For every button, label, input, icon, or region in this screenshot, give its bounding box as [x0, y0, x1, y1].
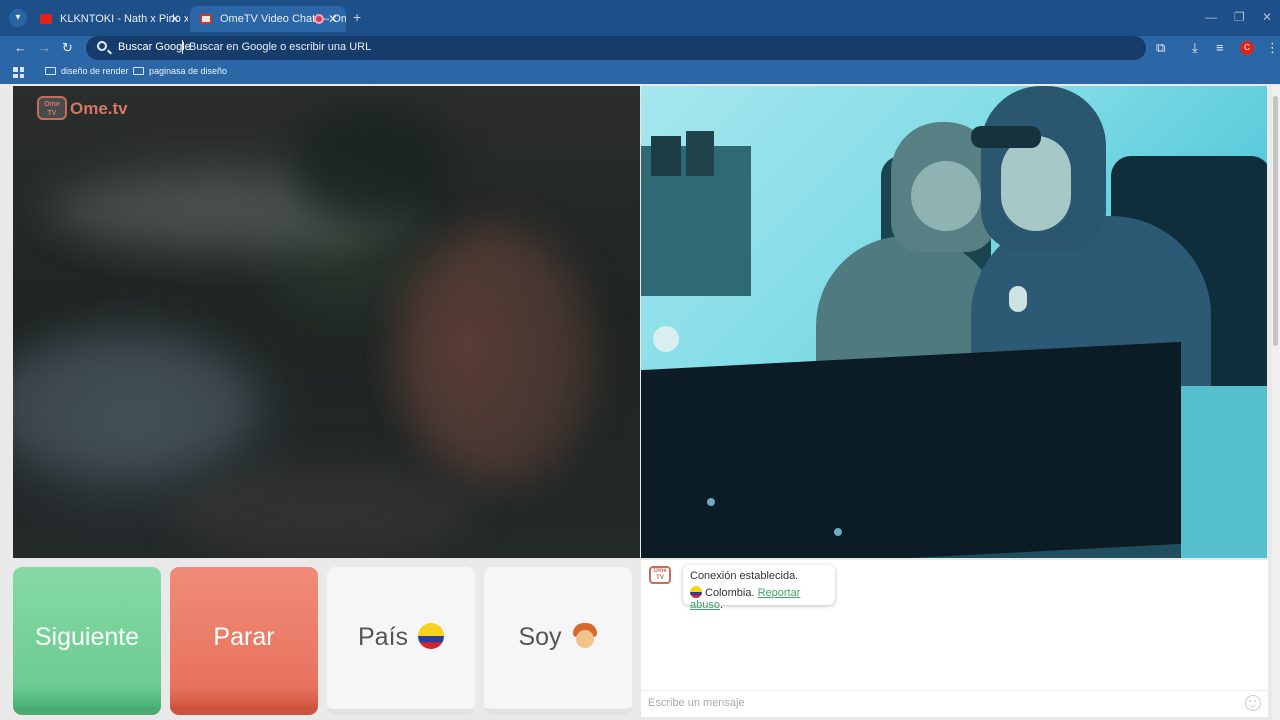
tab-strip: ▾ KLKNTOKI - Nath x Pirlo x Che... ✕ Ome…: [0, 0, 1280, 36]
ometv-chat-avatar-icon: Ome TV: [649, 566, 671, 584]
profile-avatar[interactable]: C: [1240, 41, 1254, 55]
forward-icon[interactable]: →: [38, 40, 51, 55]
reload-icon[interactable]: ↻: [62, 40, 73, 56]
tab-klkntoki[interactable]: KLKNTOKI - Nath x Pirlo x Che... ✕: [30, 6, 188, 32]
colombia-flag-icon: [690, 586, 702, 598]
media-controls-icon[interactable]: ≡: [1216, 40, 1224, 55]
download-icon[interactable]: ⤓: [1192, 40, 1198, 56]
stranger-video: [641, 86, 1267, 558]
ometv-page: Ome TV Ome.tv Siguiente Parar País Soy O…: [0, 84, 1280, 720]
bookmark-label: diseño de render: [61, 66, 129, 76]
tv-logo-icon: Ome TV: [37, 96, 67, 120]
new-tab-button[interactable]: +: [353, 9, 361, 25]
scrollbar-thumb[interactable]: [1273, 96, 1278, 346]
emoji-icon[interactable]: [1245, 695, 1261, 711]
bookmarks-bar: diseño de render paginasa de diseño: [0, 62, 1280, 84]
address-bar[interactable]: Buscar Google Buscar en Google o escribi…: [86, 36, 1146, 60]
message-composer: [641, 690, 1268, 717]
youtube-favicon-icon: [40, 14, 52, 24]
next-button[interactable]: Siguiente: [13, 567, 161, 715]
address-placeholder[interactable]: Buscar en Google o escribir una URL: [189, 41, 371, 53]
menu-icon[interactable]: ⋮: [1266, 40, 1279, 56]
country-button-label: País: [357, 623, 409, 651]
search-icon: [97, 41, 107, 51]
restore-icon[interactable]: ❐: [1234, 10, 1245, 24]
extensions-icon[interactable]: ⧉: [1156, 40, 1165, 56]
bookmark-label: paginasa de diseño: [149, 66, 228, 76]
country-line: Colombia. Reportar abuso.: [690, 586, 835, 611]
page-scrollbar[interactable]: [1272, 86, 1280, 720]
stop-button[interactable]: Parar: [170, 567, 318, 715]
search-engine-label: Buscar Google: [118, 41, 191, 53]
browser-toolbar: ← → ↻ Buscar Google Buscar en Google o e…: [0, 36, 1280, 62]
boy-avatar-icon: [572, 623, 598, 649]
report-suffix: .: [719, 599, 724, 611]
cursor-divider: [182, 40, 183, 54]
apps-grid-icon[interactable]: [13, 67, 24, 78]
colombia-flag-icon: [418, 623, 445, 650]
close-window-icon[interactable]: ✕: [1262, 10, 1272, 24]
tab-search-icon[interactable]: ▾: [9, 9, 27, 27]
gender-button[interactable]: Soy: [484, 567, 632, 715]
folder-icon: [133, 67, 144, 75]
country-name: Colombia.: [705, 587, 755, 599]
back-icon[interactable]: ←: [14, 40, 27, 55]
logo-text: Ome.tv: [70, 99, 128, 118]
minimize-icon[interactable]: —: [1205, 10, 1217, 24]
system-message: Conexión establecida. Colombia. Reportar…: [683, 565, 835, 611]
recording-indicator-icon: [314, 14, 324, 24]
local-video: Ome TV Ome.tv: [13, 86, 640, 558]
ometv-favicon-icon: [200, 14, 212, 24]
bookmark-paginasa-de-diseno[interactable]: paginasa de diseño: [133, 66, 227, 76]
bookmark-diseno-de-render[interactable]: diseño de render: [45, 66, 129, 76]
tab-ometv[interactable]: OmeTV Video Chat — Ome... ✕: [190, 6, 346, 32]
country-filter-button[interactable]: País: [327, 567, 475, 715]
message-input[interactable]: [648, 697, 1238, 709]
connection-status-text: Conexión establecida.: [690, 570, 799, 582]
tab-title: KLKNTOKI - Nath x Pirlo x Che...: [60, 13, 188, 25]
close-tab-icon[interactable]: ✕: [170, 6, 180, 32]
close-tab-icon[interactable]: ✕: [328, 6, 338, 32]
stop-button-label: Parar: [213, 623, 275, 651]
gender-button-label: Soy: [518, 623, 562, 651]
next-button-label: Siguiente: [34, 623, 140, 651]
chat-panel: Ome TV Conexión establecida. Colombia. R…: [641, 560, 1268, 717]
folder-icon: [45, 67, 56, 75]
